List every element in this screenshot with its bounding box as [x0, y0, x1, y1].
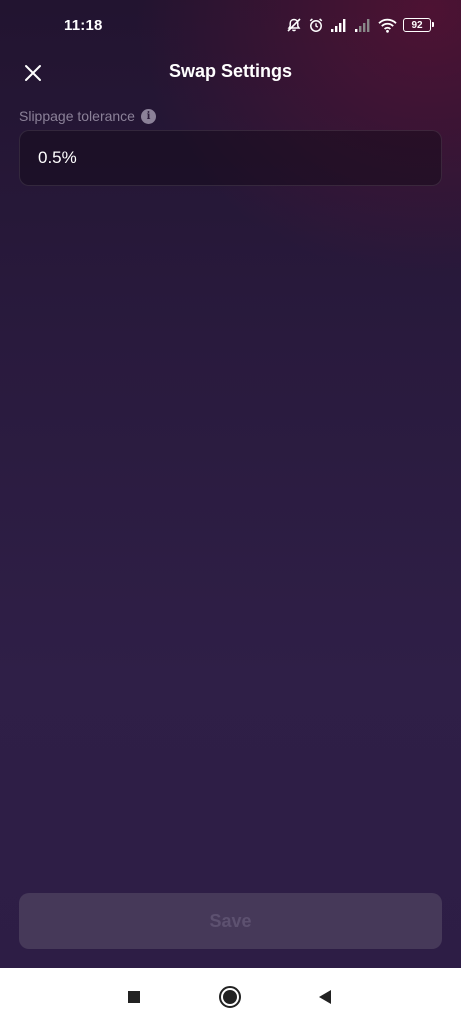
status-bar: 11:18 92: [0, 0, 461, 50]
slippage-input[interactable]: [19, 130, 442, 186]
back-icon: [319, 990, 331, 1004]
status-time: 11:18: [64, 17, 103, 34]
home-button[interactable]: [217, 984, 243, 1010]
slippage-label-row: Slippage tolerance i: [19, 108, 156, 124]
info-icon[interactable]: i: [140, 108, 156, 124]
recent-apps-button[interactable]: [121, 984, 147, 1010]
back-button[interactable]: [312, 984, 338, 1010]
app-screen: 11:18 92 Swap Settings Slippage toleranc…: [0, 0, 461, 968]
page-title: Swap Settings: [168, 61, 293, 81]
wifi-icon: [378, 18, 397, 33]
status-icons: 92: [286, 15, 434, 35]
signal-icon: [330, 18, 348, 32]
notifications-off-icon: [286, 17, 302, 33]
recent-apps-icon: [128, 991, 140, 1003]
battery-icon: 92: [403, 18, 434, 32]
system-nav-bar: [0, 968, 461, 1024]
slippage-label: Slippage tolerance: [19, 108, 135, 124]
save-button[interactable]: Save: [19, 893, 442, 949]
alarm-icon: [308, 17, 324, 33]
home-icon: [219, 986, 241, 1008]
signal-weak-icon: [354, 18, 372, 32]
